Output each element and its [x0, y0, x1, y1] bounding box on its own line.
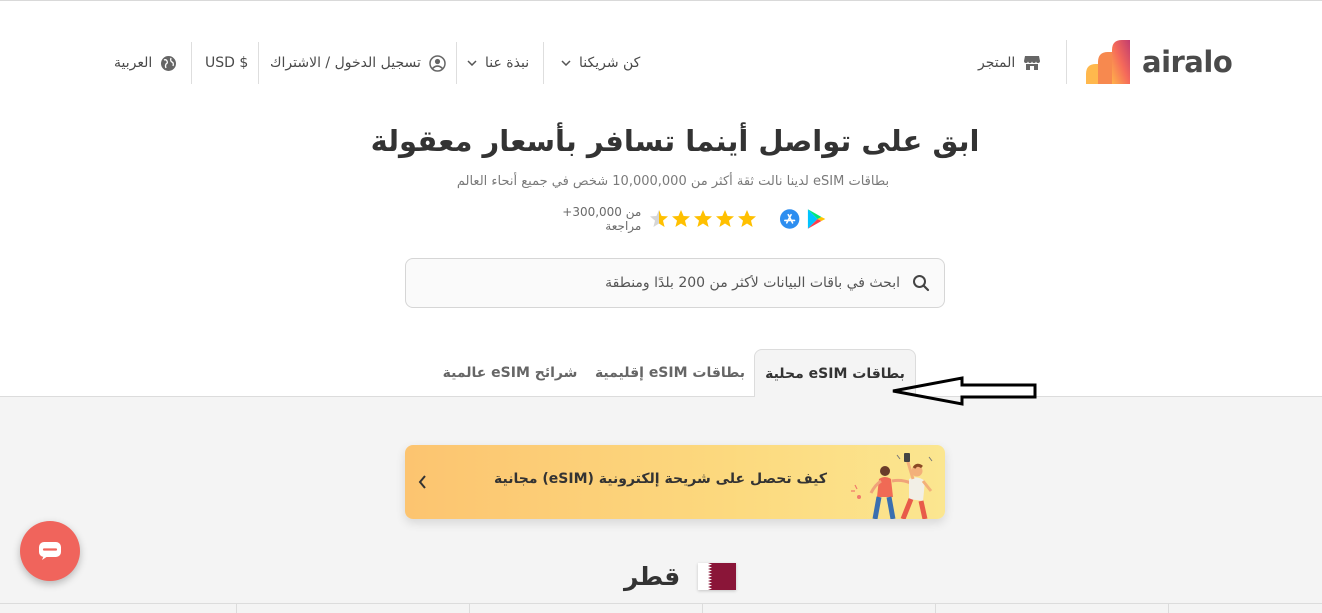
user-circle-icon	[429, 54, 446, 72]
header-divider	[1066, 40, 1067, 84]
tab-label: بطاقات eSIM إقليمية	[594, 365, 746, 381]
grid-divider	[1168, 603, 1169, 613]
grid-divider	[702, 603, 703, 613]
grid-divider	[469, 603, 470, 613]
country-heading: قطر	[624, 560, 737, 592]
tab-global-esim[interactable]: شرائح eSIM عالمية	[440, 349, 580, 397]
nav-divider	[543, 42, 544, 84]
about-label: نبذة عنا	[485, 55, 530, 71]
login-label: تسجيل الدخول / الاشتراك	[270, 55, 421, 71]
chevron-left-icon	[418, 475, 426, 489]
half-star-icon	[650, 210, 669, 227]
rating-row: من 300,000+ مراجعة	[526, 205, 826, 233]
hero-title: ابق على تواصل أينما تسافر بأسعار معقولة	[370, 124, 980, 158]
star-icon	[672, 210, 691, 227]
qatar-flag-icon	[698, 562, 737, 590]
nav-divider	[456, 42, 457, 84]
search-input[interactable]	[430, 275, 900, 291]
currency-selector[interactable]: USD $	[205, 52, 248, 74]
review-count: من 300,000+ مراجعة	[562, 205, 642, 233]
login-link[interactable]: تسجيل الدخول / الاشتراك	[270, 52, 446, 74]
nav-divider	[258, 42, 259, 84]
grid-divider	[0, 603, 1322, 604]
country-name: قطر	[624, 561, 681, 591]
search-bar[interactable]	[405, 258, 945, 308]
logo-mark-icon	[1086, 40, 1140, 84]
tab-label: بطاقات eSIM محلية	[765, 365, 905, 382]
language-label: العربية	[114, 55, 153, 71]
airalo-logo[interactable]: airalo	[1086, 40, 1233, 84]
chevron-down-icon	[561, 60, 571, 66]
about-menu[interactable]: نبذة عنا	[467, 52, 529, 74]
grid-divider	[935, 603, 936, 613]
chat-button[interactable]	[20, 521, 80, 581]
partner-label: كن شريكنا	[579, 55, 641, 71]
brand-name: airalo	[1142, 45, 1233, 79]
banner-text: كيف تحصل على شريحة إلكترونية (eSIM) مجان…	[494, 471, 827, 487]
google-play-icon[interactable]	[805, 208, 826, 230]
partner-menu[interactable]: كن شريكنا	[561, 52, 640, 74]
star-rating	[649, 209, 757, 229]
top-border	[0, 0, 1322, 1]
globe-icon	[161, 55, 177, 71]
store-link[interactable]: المتجر	[978, 52, 1041, 74]
nav-divider	[191, 42, 192, 84]
app-store-icon[interactable]	[779, 208, 800, 230]
free-esim-banner[interactable]: كيف تحصل على شريحة إلكترونية (eSIM) مجان…	[405, 445, 945, 519]
store-label: المتجر	[978, 55, 1016, 71]
language-selector[interactable]: العربية	[114, 52, 177, 74]
star-icon	[694, 210, 713, 227]
star-icon	[716, 210, 735, 227]
currency-label: USD $	[205, 55, 249, 71]
annotation-arrow-icon	[892, 376, 1037, 406]
star-icon	[738, 210, 757, 227]
grid-divider	[236, 603, 237, 613]
tab-label: شرائح eSIM عالمية	[442, 365, 578, 381]
chevron-down-icon	[467, 60, 477, 66]
people-celebrating-icon	[851, 453, 933, 519]
tab-regional-esim[interactable]: بطاقات eSIM إقليمية	[592, 349, 748, 397]
store-icon	[1024, 56, 1041, 70]
search-icon	[913, 275, 930, 292]
hero-subtitle: بطاقات eSIM لدينا نالت ثقة أكثر من 10,00…	[456, 174, 890, 189]
chat-bubble-icon	[39, 542, 61, 560]
